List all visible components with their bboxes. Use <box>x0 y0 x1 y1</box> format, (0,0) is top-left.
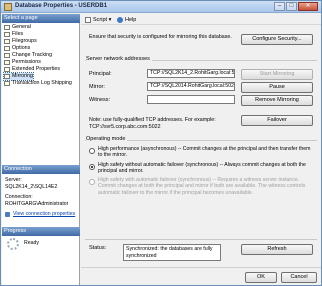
connection-header: Connection <box>2 165 80 174</box>
high-safety-no-failover-option-label: High safety without automatic failover (… <box>98 162 306 175</box>
sidebar-item-permissions[interactable]: Permissions <box>4 59 41 66</box>
addresses-group-label: Server network addresses <box>86 56 152 62</box>
witness-field[interactable] <box>147 95 235 104</box>
high-performance-radio[interactable] <box>89 148 95 154</box>
database-properties-window: Database Properties - USERDB1 – □ ✕ Sele… <box>0 0 322 286</box>
operating-mode-label: Operating mode <box>86 136 128 142</box>
help-icon <box>117 17 123 23</box>
high-performance-option-label: High performance (asynchronous) -- Commi… <box>98 146 311 159</box>
server-label: Server: <box>5 177 22 183</box>
sidebar-item-transaction-log-shipping[interactable]: Transaction Log Shipping <box>4 80 72 87</box>
address-note: Note: use fully-qualified TCP addresses.… <box>89 117 216 130</box>
page-icon <box>4 60 10 65</box>
sidebar-item-extended-properties[interactable]: Extended Properties <box>4 66 60 73</box>
left-pane: Select a page General Files Filegroups O… <box>2 14 80 285</box>
maximize-icon: □ <box>289 3 294 9</box>
progress-status: Ready <box>24 240 39 246</box>
start-mirroring-button[interactable]: Start Mirroring <box>241 69 313 80</box>
failover-button[interactable]: Failover <box>241 115 313 126</box>
sidebar-item-options[interactable]: Options <box>4 45 30 52</box>
page-icon <box>4 25 10 30</box>
connection-label: Connection: <box>5 194 33 200</box>
high-safety-auto-failover-option-label: High safety with automatic failover (syn… <box>98 177 306 196</box>
configure-security-button[interactable]: Configure Security... <box>241 34 313 45</box>
maximize-button[interactable]: □ <box>286 2 297 11</box>
database-icon <box>4 3 12 11</box>
help-button[interactable]: Help <box>117 16 136 24</box>
select-page-header: Select a page <box>2 14 80 23</box>
status-divider <box>85 239 317 240</box>
ok-button[interactable]: OK <box>245 272 277 283</box>
principal-label: Principal: <box>89 71 112 77</box>
window-title: Database Properties - USERDB1 <box>15 3 108 9</box>
witness-label: Witness: <box>89 97 111 103</box>
cancel-button[interactable]: Cancel <box>281 272 317 283</box>
status-label: Status: <box>89 245 107 251</box>
sidebar-item-general[interactable]: General <box>4 24 31 31</box>
page-icon <box>4 46 10 51</box>
view-connection-properties-link[interactable]: View connection properties <box>13 211 75 218</box>
sidebar-item-filegroups[interactable]: Filegroups <box>4 38 37 45</box>
remove-mirroring-button[interactable]: Remove Mirroring <box>241 95 313 106</box>
refresh-button[interactable]: Refresh <box>241 244 313 255</box>
page-icon <box>4 39 10 44</box>
principal-field[interactable]: TCP://SQL2K14_2.RohitGarg.local:5022 <box>147 69 235 78</box>
page-icon <box>4 74 10 79</box>
close-button[interactable]: ✕ <box>298 2 318 11</box>
progress-spinner-icon <box>7 238 19 250</box>
server-value: SQL2K14_2\SQL14E2 <box>5 184 58 190</box>
minimize-icon: – <box>277 3 282 9</box>
mirror-field[interactable]: TCP://SQL2014.RohitGarg.local:5022 <box>147 82 235 91</box>
mirror-label: Mirror: <box>89 84 105 90</box>
connection-value: ROHITGARG\Administrator <box>5 201 69 207</box>
pause-button[interactable]: Pause <box>241 82 313 93</box>
script-icon <box>85 17 91 23</box>
status-value: Synchronized: the databases are fully sy… <box>123 244 221 261</box>
close-icon: ✕ <box>305 3 311 9</box>
page-icon <box>4 32 10 37</box>
security-message: Ensure that security is configured for m… <box>89 34 232 40</box>
toolbar: Script ▾ Help <box>81 14 321 25</box>
sidebar-item-mirroring[interactable]: Mirroring <box>3 72 34 81</box>
sidebar-item-change-tracking[interactable]: Change Tracking <box>4 52 52 59</box>
dialog-footer: OK Cancel <box>81 267 321 285</box>
script-button[interactable]: Script ▾ <box>85 16 111 24</box>
minimize-button[interactable]: – <box>274 2 285 11</box>
chevron-down-icon: ▾ <box>107 17 112 23</box>
page-icon <box>4 81 10 86</box>
mirroring-page: Ensure that security is configured for m… <box>81 26 321 266</box>
page-icon <box>4 53 10 58</box>
page-icon <box>4 67 10 72</box>
progress-header: Progress <box>2 227 80 236</box>
connection-properties-icon <box>5 212 10 217</box>
title-bar[interactable]: Database Properties - USERDB1 – □ ✕ <box>1 1 321 13</box>
sidebar-item-files[interactable]: Files <box>4 31 23 38</box>
high-safety-no-failover-radio[interactable] <box>89 164 95 170</box>
high-safety-auto-failover-radio[interactable] <box>89 179 95 185</box>
